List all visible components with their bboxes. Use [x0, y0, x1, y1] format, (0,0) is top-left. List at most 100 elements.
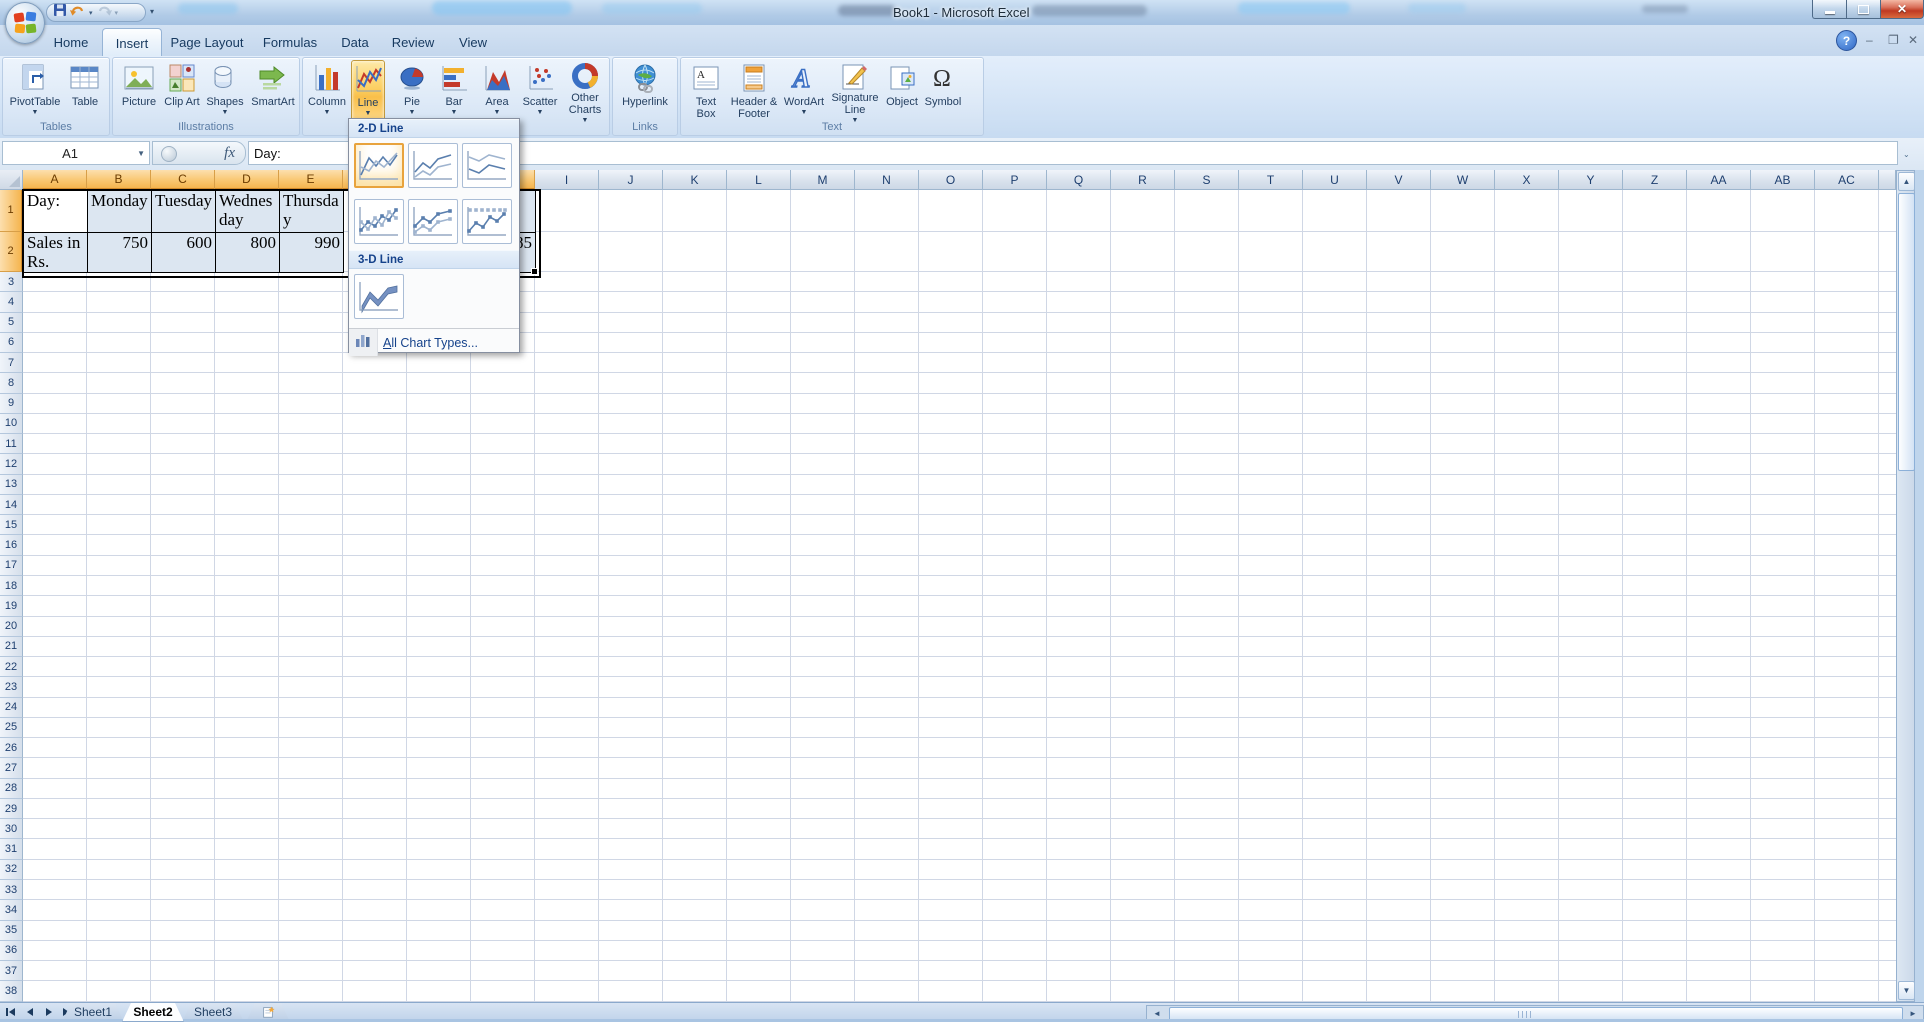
- row-header-27[interactable]: 27: [0, 758, 23, 778]
- cell-B2[interactable]: 750: [87, 232, 152, 274]
- row-header-13[interactable]: 13: [0, 475, 23, 495]
- chart-type-100pct-stacked-line-with-markers-chart[interactable]: [462, 199, 512, 244]
- cell-D1[interactable]: Wednesday: [215, 190, 280, 233]
- scroll-down-arrow[interactable]: ▼: [1898, 981, 1915, 1000]
- ribbon-button-scatter[interactable]: Scatter▼: [518, 60, 562, 122]
- row-header-30[interactable]: 30: [0, 819, 23, 839]
- name-box[interactable]: A1 ▼: [2, 141, 150, 165]
- column-header-P[interactable]: P: [983, 170, 1047, 190]
- save-button[interactable]: [53, 3, 67, 22]
- cell-A2[interactable]: Sales in Rs.: [23, 232, 88, 274]
- vertical-scroll-thumb[interactable]: [1898, 193, 1915, 471]
- column-header-K[interactable]: K: [663, 170, 727, 190]
- ribbon-button-other-charts[interactable]: Other Charts▼: [563, 60, 607, 122]
- row-header-8[interactable]: 8: [0, 373, 23, 393]
- row-header-10[interactable]: 10: [0, 414, 23, 434]
- previous-sheet-button[interactable]: [23, 1005, 36, 1019]
- row-header-1[interactable]: 1: [0, 190, 23, 232]
- column-header-AC[interactable]: AC: [1815, 170, 1879, 190]
- ribbon-tab-data[interactable]: Data: [332, 28, 378, 56]
- column-header-M[interactable]: M: [791, 170, 855, 190]
- workbook-minimize-button[interactable]: –: [1866, 33, 1873, 47]
- column-header-I[interactable]: I: [535, 170, 599, 190]
- ribbon-button-column[interactable]: Column▼: [305, 60, 349, 122]
- ribbon-button-wordart[interactable]: AWordArt▼: [781, 60, 827, 122]
- column-header-AB[interactable]: AB: [1751, 170, 1815, 190]
- column-header-D[interactable]: D: [215, 170, 279, 190]
- row-header-16[interactable]: 16: [0, 535, 23, 555]
- row-header-28[interactable]: 28: [0, 779, 23, 799]
- ribbon-button-object[interactable]: Object: [883, 60, 921, 122]
- column-header-W[interactable]: W: [1431, 170, 1495, 190]
- column-header-U[interactable]: U: [1303, 170, 1367, 190]
- row-header-4[interactable]: 4: [0, 292, 23, 312]
- row-header-15[interactable]: 15: [0, 515, 23, 535]
- row-header-26[interactable]: 26: [0, 738, 23, 758]
- row-header-33[interactable]: 33: [0, 880, 23, 900]
- vertical-scrollbar[interactable]: ▲ ▼: [1896, 170, 1915, 1002]
- select-all-corner[interactable]: [0, 170, 23, 190]
- chart-type-stacked-line-chart[interactable]: [408, 143, 458, 188]
- row-header-37[interactable]: 37: [0, 961, 23, 981]
- column-header-N[interactable]: N: [855, 170, 919, 190]
- ribbon-button-bar[interactable]: Bar▼: [437, 60, 471, 122]
- cell-grid[interactable]: [23, 190, 1896, 1002]
- cell-C1[interactable]: Tuesday: [151, 190, 216, 233]
- row-header-31[interactable]: 31: [0, 839, 23, 859]
- row-header-19[interactable]: 19: [0, 596, 23, 616]
- help-button[interactable]: ?: [1836, 30, 1857, 51]
- insert-function-button[interactable]: fx: [224, 145, 235, 162]
- sheet-tab-sheet2[interactable]: Sheet2: [122, 1003, 184, 1022]
- column-header-L[interactable]: L: [727, 170, 791, 190]
- column-header-Y[interactable]: Y: [1559, 170, 1623, 190]
- column-header-X[interactable]: X: [1495, 170, 1559, 190]
- fill-handle[interactable]: [531, 268, 538, 275]
- maximize-button[interactable]: [1846, 0, 1880, 19]
- column-header-V[interactable]: V: [1367, 170, 1431, 190]
- row-header-34[interactable]: 34: [0, 900, 23, 920]
- ribbon-tab-page-layout[interactable]: Page Layout: [166, 28, 248, 56]
- column-header-T[interactable]: T: [1239, 170, 1303, 190]
- column-header-E[interactable]: E: [279, 170, 343, 190]
- ribbon-tab-view[interactable]: View: [450, 28, 496, 56]
- column-header-A[interactable]: A: [23, 170, 87, 190]
- redo-button[interactable]: [96, 4, 112, 22]
- row-header-35[interactable]: 35: [0, 921, 23, 941]
- row-header-36[interactable]: 36: [0, 941, 23, 961]
- cell-E1[interactable]: Thursday: [279, 190, 344, 233]
- ribbon-button-hyperlink[interactable]: Hyperlink: [617, 60, 673, 122]
- column-header-O[interactable]: O: [919, 170, 983, 190]
- chart-type-stacked-line-with-markers-chart[interactable]: [408, 199, 458, 244]
- ribbon-tab-insert[interactable]: Insert: [102, 28, 162, 57]
- name-box-dropdown-arrow[interactable]: ▼: [137, 149, 149, 158]
- ribbon-tab-review[interactable]: Review: [384, 28, 442, 56]
- cell-C2[interactable]: 600: [151, 232, 216, 274]
- row-header-14[interactable]: 14: [0, 495, 23, 515]
- row-header-7[interactable]: 7: [0, 353, 23, 373]
- column-header-partial[interactable]: [1879, 170, 1896, 190]
- all-chart-types-item[interactable]: All Chart Types...: [349, 329, 519, 356]
- minimize-button[interactable]: [1812, 0, 1846, 19]
- close-button[interactable]: ✕: [1880, 0, 1924, 19]
- row-header-22[interactable]: 22: [0, 657, 23, 677]
- row-header-17[interactable]: 17: [0, 556, 23, 576]
- row-header-9[interactable]: 9: [0, 394, 23, 414]
- row-header-38[interactable]: 38: [0, 981, 23, 1001]
- row-header-11[interactable]: 11: [0, 434, 23, 454]
- chart-type-line-chart[interactable]: [354, 143, 404, 188]
- scroll-left-arrow[interactable]: ◄: [1148, 1007, 1166, 1019]
- formula-bar-divider-ball[interactable]: [161, 146, 177, 162]
- column-header-R[interactable]: R: [1111, 170, 1175, 190]
- ribbon-button-picture[interactable]: Picture: [117, 60, 161, 122]
- workbook-restore-button[interactable]: ❐: [1888, 33, 1899, 47]
- column-header-Z[interactable]: Z: [1623, 170, 1687, 190]
- cell-B1[interactable]: Monday: [87, 190, 152, 233]
- ribbon-button-text-box[interactable]: AText Box: [687, 60, 725, 122]
- column-header-B[interactable]: B: [87, 170, 151, 190]
- workbook-close-button[interactable]: ✕: [1908, 33, 1918, 47]
- first-sheet-button[interactable]: [4, 1005, 17, 1019]
- row-header-2[interactable]: 2: [0, 232, 23, 273]
- redo-dropdown-arrow[interactable]: ▾: [115, 9, 119, 17]
- chart-type-100pct-stacked-line-chart[interactable]: [462, 143, 512, 188]
- undo-button[interactable]: [70, 4, 86, 22]
